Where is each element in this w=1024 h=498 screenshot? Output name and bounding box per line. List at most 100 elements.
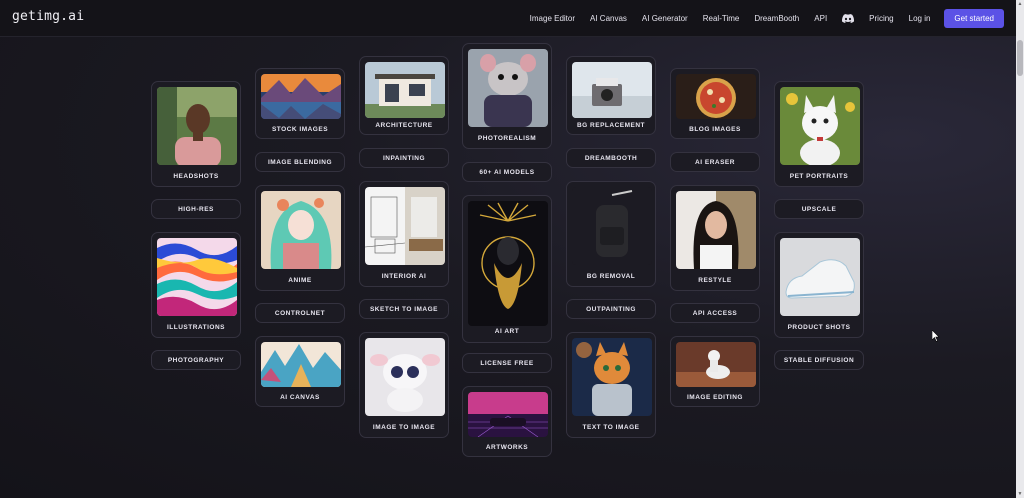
tile-blog-images[interactable]: BLOG IMAGES [670,68,760,139]
nav-ai-canvas[interactable]: AI Canvas [590,14,627,23]
tile-illustrations[interactable]: ILLUSTRATIONS [151,232,241,338]
get-started-button[interactable]: Get started [944,8,1004,28]
tile-stock-images[interactable]: STOCK IMAGES [255,68,345,139]
nav-log-in[interactable]: Log in [909,14,931,23]
pill-label: DREAMBOOTH [584,155,638,162]
tile-label: IMAGE TO IMAGE [372,424,436,431]
nav-ai-generator[interactable]: AI Generator [642,14,688,23]
photorealism-thumbnail [468,49,548,127]
tile-label: IMAGE EDITING [687,394,743,401]
tile-label: PET PORTRAITS [789,173,849,180]
tile-text-to-image[interactable]: TEXT TO IMAGE [566,332,656,438]
interior-thumbnail [365,187,445,265]
headshot-thumbnail [157,87,237,165]
pill-label: CONTROLNET [274,310,326,317]
tile-product-shots[interactable]: PRODUCT SHOTS [774,232,864,338]
tile-image-to-image[interactable]: IMAGE TO IMAGE [359,332,449,438]
pill-label: AI ERASER [695,159,735,166]
architecture-thumbnail [365,62,445,118]
tile-ai-art[interactable]: AI ART [462,195,552,343]
scroll-down-arrow-icon[interactable]: ▼ [1017,491,1023,497]
product-shots-thumbnail [780,238,860,316]
text-to-image-thumbnail [572,338,652,416]
tile-label: ANIME [288,277,312,284]
tile-label: HEADSHOTS [173,173,219,180]
pill-photography[interactable]: PHOTOGRAPHY [151,350,241,370]
pill-dreambooth[interactable]: DREAMBOOTH [566,148,656,168]
tile-label: BG REPLACEMENT [576,122,646,129]
tile-anime[interactable]: ANIME [255,185,345,291]
scroll-thumb[interactable] [1017,40,1023,76]
pill-label: API ACCESS [692,310,738,317]
tile-label: RESTYLE [698,277,732,284]
tile-label: BG REMOVAL [586,273,636,280]
pill-sketch-to-image[interactable]: SKETCH TO IMAGE [359,299,449,319]
ai-art-thumbnail [468,201,548,326]
tile-label: BLOG IMAGES [689,126,741,133]
anime-thumbnail [261,191,341,269]
tile-label: ILLUSTRATIONS [166,324,225,331]
tile-architecture[interactable]: ARCHITECTURE [359,56,449,135]
pill-ai-eraser[interactable]: AI ERASER [670,152,760,172]
pill-label: 60+ AI MODELS [479,169,535,176]
pill-label: IMAGE BLENDING [267,159,333,166]
pill-label: OUTPAINTING [586,306,636,313]
top-navigation: getimg.ai Image Editor AI Canvas AI Gene… [0,0,1016,37]
bg-removal-thumbnail [572,187,652,265]
tile-headshots[interactable]: HEADSHOTS [151,81,241,187]
pill-label: INPAINTING [382,155,426,162]
image-editing-thumbnail [676,342,756,387]
discord-icon[interactable] [842,13,855,23]
nav-dreambooth[interactable]: DreamBooth [754,14,799,23]
nav-real-time[interactable]: Real-Time [703,14,740,23]
blog-images-thumbnail [676,74,756,119]
image-to-image-thumbnail [365,338,445,416]
pill-label: SKETCH TO IMAGE [369,306,439,313]
pill-label: STABLE DIFFUSION [783,357,855,364]
pill-inpainting[interactable]: INPAINTING [359,148,449,168]
scroll-up-arrow-icon[interactable]: ▲ [1017,1,1023,7]
nav-image-editor[interactable]: Image Editor [530,14,575,23]
pill-ai-models[interactable]: 60+ AI MODELS [462,162,552,182]
pill-label: UPSCALE [801,206,837,213]
pill-stable-diffusion[interactable]: STABLE DIFFUSION [774,350,864,370]
restyle-thumbnail [676,191,756,269]
tile-pet-portraits[interactable]: PET PORTRAITS [774,81,864,187]
pill-upscale[interactable]: UPSCALE [774,199,864,219]
tile-artworks[interactable]: ARTWORKS [462,386,552,457]
tile-ai-canvas[interactable]: AI CANVAS [255,336,345,407]
tile-label: ARCHITECTURE [375,122,433,129]
stock-image-thumbnail [261,74,341,119]
tile-label: AI CANVAS [280,394,320,401]
tile-image-editing[interactable]: IMAGE EDITING [670,336,760,407]
tile-label: PRODUCT SHOTS [787,324,851,331]
pill-label: LICENSE FREE [480,360,534,367]
pill-license-free[interactable]: LICENSE FREE [462,353,552,373]
tile-restyle[interactable]: RESTYLE [670,185,760,291]
nav-menu: Image Editor AI Canvas AI Generator Real… [515,0,1004,36]
tile-label: TEXT TO IMAGE [582,424,640,431]
logo[interactable]: getimg.ai [12,9,84,24]
tile-label: INTERIOR AI [381,273,427,280]
tile-photorealism[interactable]: PHOTOREALISM [462,43,552,149]
tile-bg-removal[interactable]: BG REMOVAL [566,181,656,287]
tile-label: ARTWORKS [485,444,529,451]
nav-api[interactable]: API [814,14,827,23]
nav-pricing[interactable]: Pricing [869,14,893,23]
illustration-thumbnail [157,238,237,316]
tile-bg-replacement[interactable]: BG REPLACEMENT [566,56,656,135]
pill-label: HIGH-RES [178,206,214,213]
pill-image-blending[interactable]: IMAGE BLENDING [255,152,345,172]
page-scrollbar[interactable]: ▲ ▼ [1016,0,1024,498]
tile-interior-ai[interactable]: INTERIOR AI [359,181,449,287]
pill-controlnet[interactable]: CONTROLNET [255,303,345,323]
pill-outpainting[interactable]: OUTPAINTING [566,299,656,319]
pill-api-access[interactable]: API ACCESS [670,303,760,323]
pet-portraits-thumbnail [780,87,860,165]
pill-high-res[interactable]: HIGH-RES [151,199,241,219]
tile-label: PHOTOREALISM [477,135,537,142]
ai-canvas-thumbnail [261,342,341,387]
tile-label: STOCK IMAGES [271,126,329,133]
bg-replacement-thumbnail [572,62,652,118]
pill-label: PHOTOGRAPHY [167,357,225,364]
